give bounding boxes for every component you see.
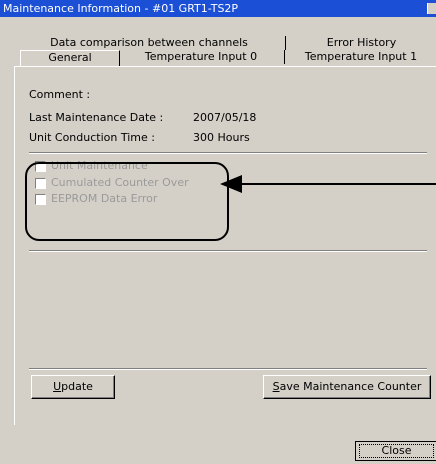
title-bar: Maintenance Information - #01 GRT1-TS2P (0, 0, 436, 17)
dialog-window: Data comparison between channels Error H… (0, 17, 436, 464)
update-button-label: Update (53, 380, 93, 393)
tab-label: General (48, 51, 92, 64)
tab-label: Temperature Input 0 (144, 50, 258, 63)
save-maintenance-counter-label: Save Maintenance Counter (272, 380, 422, 393)
tab-temperature-input-1[interactable]: Temperature Input 1 (284, 50, 436, 64)
update-button[interactable]: Update (31, 375, 115, 399)
tab-error-history[interactable]: Error History (285, 36, 436, 50)
window-control-button[interactable] (427, 3, 436, 14)
tab-panel-general: Comment : Last Maintenance Date : 2007/0… (14, 66, 436, 425)
left-arrow-icon (220, 175, 436, 193)
save-maintenance-counter-button[interactable]: Save Maintenance Counter (263, 375, 431, 399)
tab-label: Temperature Input 1 (304, 50, 418, 63)
unit-conduction-time-value: 300 Hours (193, 131, 250, 144)
close-button-label: Close (381, 444, 412, 457)
divider (29, 368, 427, 370)
tab-row-back: Data comparison between channels Error H… (14, 36, 436, 51)
comment-label: Comment : (29, 88, 91, 101)
tab-label: Data comparison between channels (50, 36, 248, 49)
window-title: Maintenance Information - #01 GRT1-TS2P (3, 2, 239, 15)
unit-conduction-time-label: Unit Conduction Time : (29, 131, 155, 144)
divider (29, 250, 427, 252)
tab-data-comparison[interactable]: Data comparison between channels (14, 36, 284, 50)
divider (29, 152, 427, 154)
tab-general[interactable]: General (20, 50, 120, 67)
tab-row-front: General Temperature Input 0 Temperature … (14, 50, 436, 67)
tab-temperature-input-0[interactable]: Temperature Input 0 (120, 50, 282, 64)
last-maintenance-date-value: 2007/05/18 (193, 111, 257, 124)
last-maintenance-date-label: Last Maintenance Date : (29, 111, 164, 124)
tab-label: Error History (326, 36, 397, 49)
close-button[interactable]: Close (355, 441, 436, 461)
highlight-rounded-rectangle (25, 162, 229, 241)
